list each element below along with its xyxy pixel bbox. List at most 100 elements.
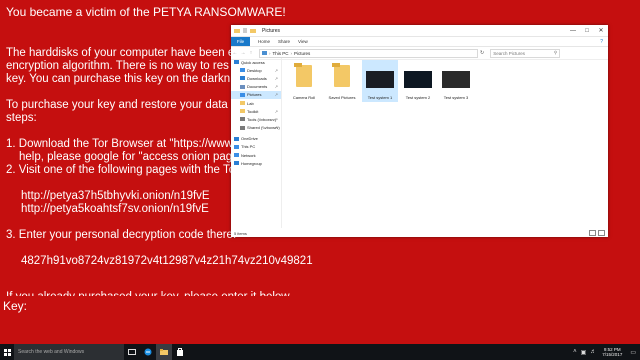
address-bar[interactable]: › This PC › Pictures [259, 48, 478, 58]
pin-icon: ↗ [274, 116, 278, 122]
chevron-up-icon[interactable]: ˄ [573, 349, 577, 355]
breadcrumb-this-pc[interactable]: This PC [273, 51, 289, 56]
file-label: Test system 1 [367, 95, 393, 100]
search-icon: ⚲ [553, 50, 558, 55]
file-list: Camera Roll Saved Pictures Test system 1 Te… [286, 60, 604, 220]
image-item[interactable]: Test system 2 [400, 60, 436, 102]
taskbar-search-placeholder: Search the web and Windows [18, 349, 85, 355]
windows-logo-icon [3, 348, 11, 356]
refresh-icon[interactable]: ↻ [480, 50, 484, 56]
volume-icon[interactable]: ♬ [590, 349, 596, 355]
large-icons-view-icon[interactable] [598, 230, 605, 236]
nav-item[interactable]: This PC [231, 143, 281, 151]
nav-item[interactable]: Homegroup [231, 159, 281, 167]
network-icon[interactable]: ▣ [581, 349, 587, 356]
pictures-icon [262, 51, 267, 55]
pin-icon: ↗ [274, 84, 278, 90]
file-explorer-window[interactable]: Pictures — □ ✕ File Home Share View ? ← … [231, 25, 608, 237]
breadcrumb-pictures[interactable]: Pictures [294, 51, 310, 56]
computer-icon [234, 144, 239, 149]
pin-icon: ↗ [274, 125, 278, 131]
close-button[interactable]: ✕ [594, 25, 608, 36]
pin-icon: ↗ [274, 75, 278, 81]
forward-arrow-icon[interactable]: → [239, 50, 247, 56]
nav-item[interactable]: Toolkit ↗ [231, 107, 281, 115]
file-label: Camera Roll [292, 95, 316, 100]
taskbar-search-input[interactable]: Search the web and Windows [14, 344, 124, 360]
folder-icon [294, 63, 312, 87]
nav-item[interactable]: Downloads ↗ [231, 74, 281, 82]
folder-item[interactable]: Camera Roll [286, 60, 322, 102]
help-icon[interactable]: ? [600, 39, 603, 45]
nav-item-label: Quick access [241, 59, 265, 65]
clock-date: 7/15/2017 [602, 352, 623, 357]
onion-url-1: http://petya37h5tbhyvki.onion/n19fvE [21, 190, 210, 202]
task-view-icon[interactable] [124, 344, 140, 360]
nav-item-label: Pictures [247, 92, 262, 98]
clock[interactable]: 9:52 PM 7/15/2017 [602, 347, 622, 357]
nav-item[interactable]: Shared (\\vboxsrv) ↗ [231, 124, 281, 132]
folder-icon [240, 101, 245, 106]
image-thumbnail [366, 71, 394, 88]
start-button[interactable] [0, 344, 14, 360]
file-explorer-taskbar-icon[interactable] [156, 344, 172, 360]
maximize-button[interactable]: □ [580, 25, 594, 36]
nav-item[interactable]: OneDrive [231, 135, 281, 143]
ransom-line: If you already purchased your key, pleas… [6, 291, 292, 296]
navigation-pane: Quick access Desktop ↗ Downloads ↗ Documents ↗… [231, 58, 282, 228]
nav-item-label: Tools (\\vboxsrv) [247, 116, 277, 122]
ransom-line: To purchase your key and restore your da… [6, 99, 228, 111]
nav-item[interactable]: Desktop ↗ [231, 66, 281, 74]
nav-item-label: Lab [247, 100, 254, 106]
system-tray: ˄ ▣ ♬ 9:52 PM 7/15/2017 ▭ [569, 344, 640, 360]
tab-home[interactable]: Home [258, 39, 270, 44]
image-item[interactable]: Test system 3 [438, 60, 474, 102]
ransom-line: 1. Download the Tor Browser at "https://… [6, 138, 233, 150]
pin-icon: ↗ [274, 67, 278, 73]
image-thumbnail [404, 71, 432, 88]
nav-item[interactable]: Pictures ↗ [231, 90, 281, 99]
new-folder-icon[interactable] [250, 28, 256, 33]
nav-item[interactable]: Lab [231, 99, 281, 107]
tab-share[interactable]: Share [278, 39, 290, 44]
window-title: Pictures [262, 27, 281, 34]
star-icon [234, 60, 239, 65]
pictures-icon [240, 92, 245, 97]
nav-item[interactable]: Documents ↗ [231, 83, 281, 91]
tab-file[interactable]: File [231, 37, 250, 46]
search-input[interactable]: Search Pictures ⚲ [490, 48, 561, 58]
back-arrow-icon[interactable]: ← [231, 50, 239, 56]
folder-item[interactable]: Saved Pictures [324, 60, 360, 102]
ransom-line: help, please google for "access onion pa… [19, 151, 233, 163]
ransom-line: steps: [6, 112, 37, 124]
ribbon-tabs: File Home Share View ? [231, 37, 608, 47]
properties-icon[interactable] [242, 28, 248, 33]
search-placeholder: Search Pictures [493, 50, 525, 56]
homegroup-icon [234, 161, 239, 166]
file-label: Test system 3 [443, 95, 469, 100]
key-input-label[interactable]: Key: [3, 299, 27, 313]
nav-item[interactable]: Network [231, 151, 281, 159]
onion-url-2: http://petya5koahtsf7sv.onion/n19fvE [21, 203, 209, 215]
nav-item[interactable]: Quick access [231, 58, 281, 66]
ransom-line: encryption algorithm. There is no way to… [6, 60, 229, 72]
pin-icon: ↗ [274, 108, 278, 114]
details-view-icon[interactable] [589, 230, 596, 236]
address-row: ← → ↑ › This PC › Pictures ↻ Search Pict… [231, 47, 608, 60]
image-item[interactable]: Test system 1 [362, 60, 398, 102]
nav-item-label: Homegroup [241, 160, 262, 166]
nav-item-label: Network [241, 152, 256, 158]
folder-icon [234, 29, 240, 33]
store-icon[interactable] [172, 344, 188, 360]
status-bar: 5 items [234, 231, 247, 236]
notifications-icon[interactable]: ▭ [630, 349, 636, 356]
tab-view[interactable]: View [298, 39, 308, 44]
nav-item[interactable]: Tools (\\vboxsrv) ↗ [231, 115, 281, 123]
explorer-titlebar[interactable]: Pictures — □ ✕ [231, 25, 608, 37]
decryption-code: 4827h91vo8724vz81972v4t12987v4z21h74vz21… [21, 255, 313, 267]
up-arrow-icon[interactable]: ↑ [247, 50, 255, 56]
ransom-line: 3. Enter your personal decryption code t… [6, 229, 237, 241]
minimize-button[interactable]: — [566, 25, 580, 36]
documents-icon [240, 84, 245, 89]
edge-browser-icon[interactable] [140, 344, 156, 360]
